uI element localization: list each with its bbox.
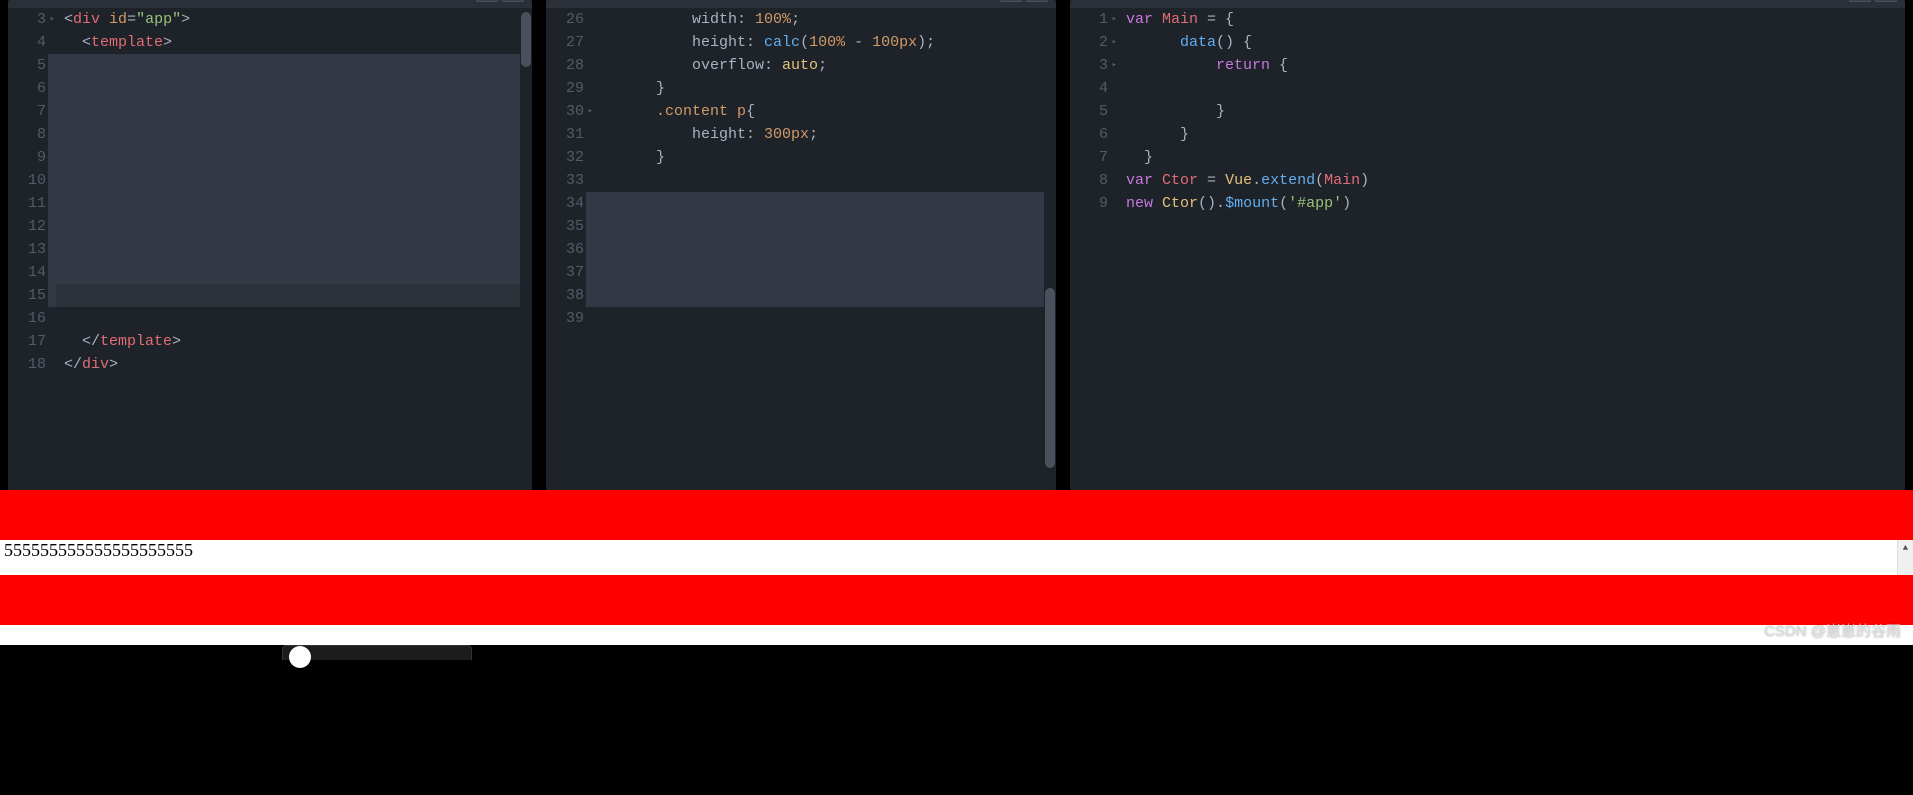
css-settings-button[interactable] bbox=[1000, 0, 1022, 2]
editor-row: HTML 3456789101112131415161718 <div id="… bbox=[0, 0, 1913, 490]
preview-footer bbox=[0, 575, 1913, 625]
js-settings-button[interactable] bbox=[1849, 0, 1871, 2]
preview-content[interactable]: 555555555555555555555 bbox=[0, 540, 1913, 575]
preview-vertical-scrollbar[interactable]: ▲ bbox=[1897, 540, 1913, 575]
html-settings-button[interactable] bbox=[476, 0, 498, 2]
preview-pane: 555555555555555555555 ▲ CSDN @崽崽的谷雨 bbox=[0, 490, 1913, 645]
js-gutter: 123456789 bbox=[1070, 8, 1118, 490]
bottom-bar bbox=[0, 645, 1913, 660]
scroll-up-icon[interactable]: ▲ bbox=[1898, 540, 1913, 556]
css-code[interactable]: width: 100%; height: calc(100% - 100px);… bbox=[594, 8, 1044, 490]
avatar-icon[interactable] bbox=[289, 646, 311, 668]
panel-html-header: HTML bbox=[8, 0, 532, 8]
preview-header bbox=[0, 490, 1913, 540]
js-code[interactable]: var Main = { data() { return { } } }var … bbox=[1118, 8, 1905, 490]
html-editor[interactable]: 3456789101112131415161718 <div id="app">… bbox=[8, 8, 532, 490]
panel-css: CSS 2627282930313233343536373839 width: … bbox=[546, 0, 1056, 490]
preview-text: 555555555555555555555 bbox=[4, 540, 1909, 561]
panel-js: JS 123456789 var Main = { data() { retur… bbox=[1070, 0, 1905, 490]
css-scrollbar[interactable] bbox=[1044, 8, 1056, 490]
panel-css-header: CSS bbox=[546, 0, 1056, 8]
css-expand-button[interactable] bbox=[1026, 0, 1048, 2]
watermark-text: CSDN @崽崽的谷雨 bbox=[1764, 620, 1901, 641]
html-scrollbar[interactable] bbox=[520, 8, 532, 490]
panel-html: HTML 3456789101112131415161718 <div id="… bbox=[8, 0, 532, 490]
css-editor[interactable]: 2627282930313233343536373839 width: 100%… bbox=[546, 8, 1056, 490]
js-expand-button[interactable] bbox=[1875, 0, 1897, 2]
html-expand-button[interactable] bbox=[502, 0, 524, 2]
html-code[interactable]: <div id="app"> <template> <div class="bo… bbox=[56, 8, 520, 490]
panel-js-header: JS bbox=[1070, 0, 1905, 8]
js-editor[interactable]: 123456789 var Main = { data() { return {… bbox=[1070, 8, 1905, 490]
